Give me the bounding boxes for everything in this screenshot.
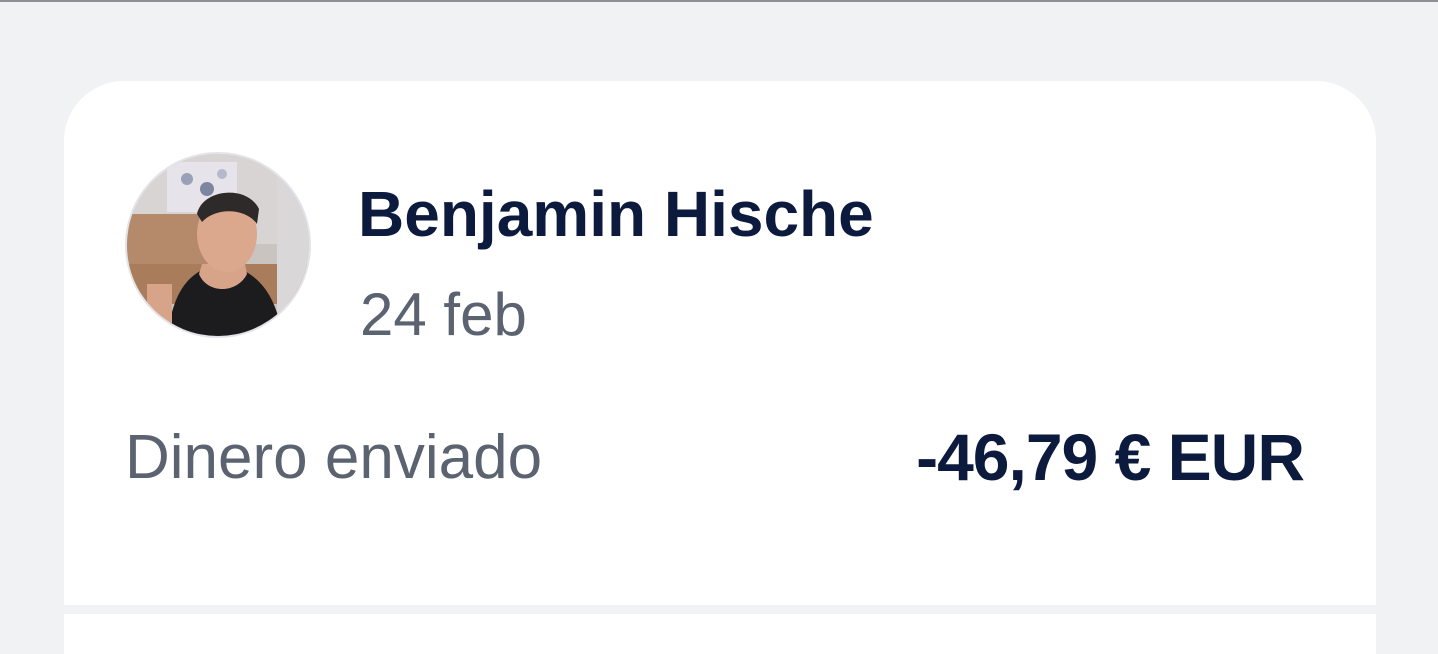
transaction-type-label: Dinero enviado — [125, 423, 543, 492]
next-card[interactable] — [64, 614, 1376, 654]
contact-name: Benjamin Hische — [358, 178, 874, 250]
transaction-card[interactable] — [64, 81, 1376, 605]
avatar-photo-icon — [127, 154, 309, 336]
top-divider — [0, 0, 1438, 2]
avatar — [125, 152, 311, 338]
transaction-amount: -46,79 € EUR — [916, 420, 1305, 494]
transaction-date: 24 feb — [360, 281, 527, 348]
